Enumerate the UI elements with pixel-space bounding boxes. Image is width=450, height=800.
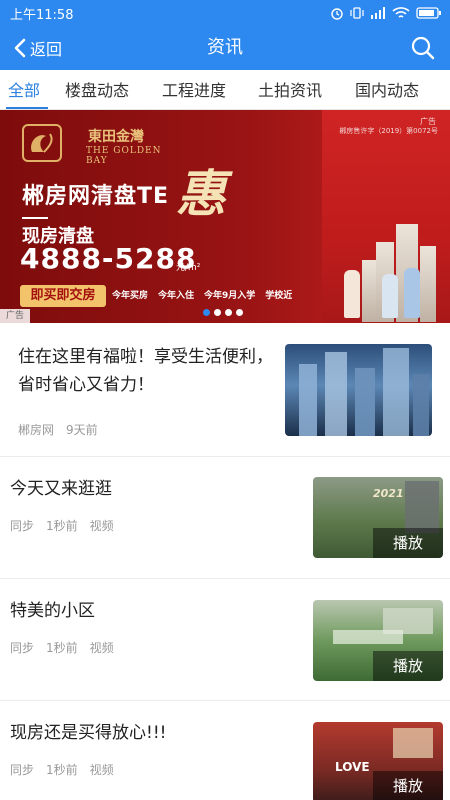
thumbnail-text: 2021 <box>373 487 404 500</box>
article-meta: 同步 1秒前 视频 <box>10 639 114 656</box>
video-thumbnail: 播放 <box>313 600 443 681</box>
tab-land-auction[interactable]: 土拍资讯 <box>258 70 322 110</box>
article-card[interactable]: 今天又来逛逛 同步 1秒前 视频 2021 播放 <box>0 457 450 579</box>
carousel-dot[interactable] <box>203 309 210 316</box>
article-meta: 郴房网 9天前 <box>18 421 98 438</box>
building-illustration <box>362 260 376 322</box>
banner-hui-character: 惠 <box>176 164 226 223</box>
article-time: 9天前 <box>66 423 98 437</box>
ad-tag: 广告 <box>0 309 30 323</box>
building-illustration <box>420 246 436 322</box>
article-title: 住在这里有福啦！享受生活便利，省时省心又省力！ <box>18 347 273 395</box>
article-card[interactable]: 住在这里有福啦！享受生活便利，省时省心又省力！ 郴房网 9天前 <box>0 323 450 457</box>
perk-item: 今年买房 <box>112 291 149 301</box>
article-meta: 同步 1秒前 视频 <box>10 761 114 778</box>
carousel-dot[interactable] <box>225 309 232 316</box>
carousel-dot[interactable] <box>214 309 221 316</box>
article-card[interactable]: 特美的小区 同步 1秒前 视频 播放 <box>0 579 450 701</box>
brand-logo: 東田金灣 THE GOLDEN BAY <box>16 120 176 168</box>
signal-icon <box>371 7 385 19</box>
thumbnail-text: LOVE <box>335 760 370 774</box>
swan-logo-icon <box>22 124 62 162</box>
video-thumbnail: 2021 播放 <box>313 477 443 558</box>
alarm-icon <box>331 8 343 20</box>
active-tab-indicator <box>6 107 48 109</box>
carousel-dots <box>203 309 243 316</box>
status-bar: 上午11:58 <box>0 0 450 26</box>
article-source: 同步 <box>10 763 35 777</box>
article-thumbnail <box>285 344 432 436</box>
article-card[interactable]: 现房还是买得放心!!! 同步 1秒前 视频 LOVE 播放 <box>0 701 450 800</box>
perk-item: 学校近 <box>265 291 293 301</box>
tab-domestic-news[interactable]: 国内动态 <box>355 70 419 110</box>
search-icon[interactable] <box>410 35 436 61</box>
article-title: 今天又来逛逛 <box>10 479 112 499</box>
logo-text-cn: 東田金灣 <box>88 129 144 145</box>
tab-all[interactable]: 全部 <box>8 70 40 110</box>
perk-item: 今年入住 <box>158 291 195 301</box>
article-title: 现房还是买得放心!!! <box>10 723 167 743</box>
banner-price: 4888-5288 <box>20 242 197 275</box>
play-button[interactable]: 播放 <box>373 651 443 681</box>
article-meta: 同步 1秒前 视频 <box>10 517 114 534</box>
perk-item: 今年9月入学 <box>204 291 256 301</box>
article-source: 同步 <box>10 519 35 533</box>
article-source: 郴房网 <box>18 423 55 437</box>
price-unit: 元/m² <box>176 263 201 273</box>
video-thumbnail: LOVE 播放 <box>313 722 443 800</box>
status-icons <box>330 5 442 21</box>
status-time: 上午11:58 <box>10 8 74 23</box>
article-time: 1秒前 <box>46 641 78 655</box>
ad-banner[interactable]: 東田金灣 THE GOLDEN BAY 广告 郴房售许字（2019）第0072号… <box>0 110 450 323</box>
tab-construction-progress[interactable]: 工程进度 <box>162 70 226 110</box>
article-type: 视频 <box>89 519 114 533</box>
article-title: 特美的小区 <box>10 601 95 621</box>
banner-headline: 郴房网清盘TE <box>22 184 170 209</box>
article-type: 视频 <box>89 763 114 777</box>
play-button[interactable]: 播放 <box>373 528 443 558</box>
family-illustration <box>344 270 360 318</box>
page-title: 资讯 <box>207 37 243 58</box>
logo-text-en: THE GOLDEN BAY <box>86 146 162 166</box>
article-time: 1秒前 <box>46 763 78 777</box>
tab-project-news[interactable]: 楼盘动态 <box>65 70 129 110</box>
vibrate-icon <box>350 7 364 19</box>
carousel-dot[interactable] <box>236 309 243 316</box>
banner-perks: 今年买房 今年入住 今年9月入学 学校近 <box>112 288 292 301</box>
article-type: 视频 <box>89 641 114 655</box>
article-source: 同步 <box>10 641 35 655</box>
license-number: 郴房售许字（2019）第0072号 <box>339 127 438 135</box>
wifi-icon <box>392 7 410 18</box>
category-tabs: 全部 楼盘动态 工程进度 土拍资讯 国内动态 <box>0 70 450 110</box>
battery-icon <box>416 7 441 19</box>
nav-bar: 返回 资讯 <box>0 26 450 70</box>
banner-pill: 即买即交房 <box>20 285 106 307</box>
article-time: 1秒前 <box>46 519 78 533</box>
play-button[interactable]: 播放 <box>373 771 443 800</box>
